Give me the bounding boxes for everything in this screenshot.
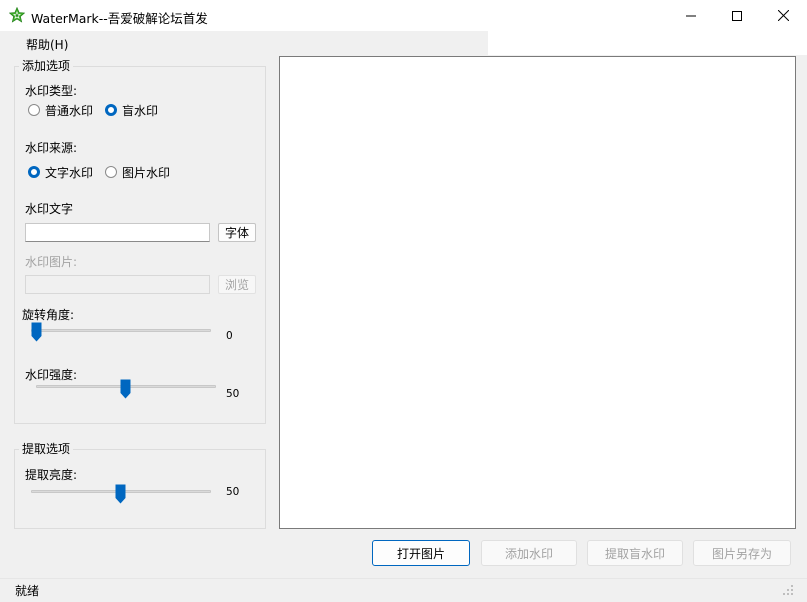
menu-help[interactable]: 帮助(H) bbox=[26, 36, 68, 53]
resize-grip-icon[interactable] bbox=[782, 584, 794, 599]
close-icon bbox=[777, 10, 789, 21]
watermark-text-label: 水印文字 bbox=[25, 202, 74, 216]
brightness-value: 50 bbox=[226, 486, 240, 498]
rotation-slider-thumb[interactable] bbox=[31, 322, 42, 342]
radio-normal-watermark[interactable] bbox=[28, 104, 40, 116]
rotation-slider-track[interactable] bbox=[31, 329, 211, 332]
minimize-icon bbox=[686, 15, 696, 16]
open-image-button[interactable]: 打开图片 bbox=[372, 540, 470, 566]
menu-bar-blank bbox=[488, 31, 807, 55]
font-button[interactable]: 字体 bbox=[218, 223, 256, 242]
add-options-title: 添加选项 bbox=[19, 57, 74, 74]
watermark-image-label: 水印图片: bbox=[25, 255, 78, 269]
extract-brightness-label: 提取亮度: bbox=[25, 468, 78, 482]
maximize-icon bbox=[732, 10, 742, 21]
radio-blind-watermark-label[interactable]: 盲水印 bbox=[122, 102, 158, 119]
menu-bar bbox=[0, 31, 488, 55]
radio-text-watermark-label[interactable]: 文字水印 bbox=[45, 164, 93, 181]
watermark-strength-label: 水印强度: bbox=[25, 368, 78, 382]
brightness-slider-thumb[interactable] bbox=[115, 484, 126, 504]
radio-image-watermark-label[interactable]: 图片水印 bbox=[122, 164, 170, 181]
window-title: WaterMark--吾爱破解论坛首发 bbox=[31, 11, 208, 26]
browse-button[interactable]: 浏览 bbox=[218, 275, 256, 294]
radio-image-watermark[interactable] bbox=[105, 166, 117, 178]
watermark-type-label: 水印类型: bbox=[25, 84, 78, 98]
strength-value: 50 bbox=[226, 388, 240, 400]
minimize-button[interactable] bbox=[668, 0, 714, 31]
status-bar bbox=[0, 578, 807, 602]
watermark-image-path-input[interactable] bbox=[25, 275, 210, 294]
radio-normal-watermark-label[interactable]: 普通水印 bbox=[45, 102, 93, 119]
strength-slider-thumb[interactable] bbox=[120, 379, 131, 399]
maximize-button[interactable] bbox=[714, 0, 760, 31]
image-preview-canvas[interactable] bbox=[279, 56, 796, 529]
watermark-text-input[interactable] bbox=[25, 223, 210, 242]
extract-options-title: 提取选项 bbox=[19, 440, 74, 457]
watermark-source-label: 水印来源: bbox=[25, 141, 78, 155]
app-star-icon bbox=[8, 6, 26, 23]
radio-text-watermark[interactable] bbox=[28, 166, 40, 178]
radio-blind-watermark[interactable] bbox=[105, 104, 117, 116]
save-image-as-button[interactable]: 图片另存为 bbox=[693, 540, 791, 566]
status-text: 就绪 bbox=[15, 584, 40, 598]
rotation-value: 0 bbox=[226, 330, 233, 342]
rotation-angle-label: 旋转角度: bbox=[22, 308, 75, 322]
extract-blind-watermark-button[interactable]: 提取盲水印 bbox=[587, 540, 683, 566]
add-watermark-button[interactable]: 添加水印 bbox=[481, 540, 577, 566]
close-button[interactable] bbox=[760, 0, 806, 31]
